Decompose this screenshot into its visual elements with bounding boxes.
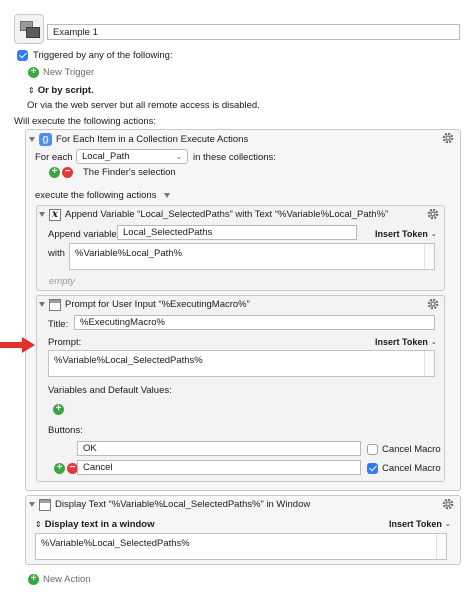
collapse-icon[interactable]	[29, 136, 35, 142]
or-by-script-toggle[interactable]: ⇕ Or by script.	[28, 84, 94, 96]
macro-icon	[14, 14, 44, 44]
prompt-label: Prompt:	[48, 336, 82, 348]
chevron-down-icon: ⌄	[444, 521, 451, 528]
for-each-variable-value: Local_Path	[82, 151, 130, 162]
window-icon	[49, 298, 61, 311]
insert-token-button[interactable]: Insert Token ⌄	[375, 336, 437, 348]
add-collection-icon[interactable]: +	[49, 166, 60, 178]
append-text-area[interactable]: %Variable%Local_Path%	[69, 243, 435, 270]
prompt-title-field[interactable]: %ExecutingMacro%	[74, 315, 435, 330]
variables-label: Variables and Default Values:	[48, 384, 172, 396]
chevron-down-icon: ⌄	[176, 153, 182, 161]
prompt-title: Prompt for User Input “%ExecutingMacro%”	[65, 299, 250, 310]
macro-name-field[interactable]: Example 1	[47, 24, 460, 40]
arrow-icon	[0, 337, 35, 353]
loop-icon: {}	[39, 132, 52, 146]
chevron-down-icon: ⌄	[430, 231, 437, 238]
empty-label: empty	[49, 276, 75, 287]
add-variable-button[interactable]: +	[53, 403, 64, 415]
insert-token-label: Insert Token	[375, 337, 428, 347]
button-ok-field[interactable]: OK	[77, 441, 361, 456]
in-these-collections-label: in these collections:	[193, 151, 276, 163]
collapse-icon[interactable]	[39, 212, 45, 217]
prompt-text-value: %Variable%Local_SelectedPaths%	[54, 355, 203, 366]
cancel-macro-label: Cancel Macro	[382, 443, 441, 455]
append-header[interactable]: x Append Variable “Local_SelectedPaths” …	[39, 208, 388, 221]
button-edit-controls: + −	[54, 462, 78, 474]
will-execute-label: Will execute the following actions:	[14, 115, 157, 127]
scrollbar[interactable]	[424, 244, 434, 269]
execute-following-label: execute the following actions	[35, 189, 157, 201]
add-button-icon[interactable]: +	[54, 462, 65, 474]
display-mode-popup[interactable]: ⇕ Display text in a window	[35, 518, 155, 530]
web-server-text: Or via the web server but all remote acc…	[27, 99, 260, 111]
gear-icon[interactable]	[426, 207, 440, 221]
plus-icon: +	[28, 573, 39, 585]
title-label: Title:	[48, 318, 69, 330]
disclosure-updown-icon: ⇕	[28, 85, 35, 95]
cancel-macro-checkbox[interactable]	[367, 443, 378, 455]
insert-token-button[interactable]: Insert Token ⌄	[389, 518, 451, 530]
window-icon	[39, 498, 51, 511]
for-each-variable-field[interactable]: Local_Path ⌄	[76, 149, 188, 164]
chevron-down-icon	[164, 192, 171, 198]
variable-icon: x	[49, 208, 61, 221]
prompt-header[interactable]: Prompt for User Input “%ExecutingMacro%”	[39, 298, 250, 311]
execute-following-row[interactable]: execute the following actions	[35, 189, 171, 201]
collapse-icon[interactable]	[29, 502, 35, 507]
append-variable-label: Append variable	[48, 228, 117, 240]
display-text-value: %Variable%Local_SelectedPaths%	[41, 538, 190, 549]
gear-icon[interactable]	[441, 131, 455, 145]
display-text-area[interactable]: %Variable%Local_SelectedPaths%	[35, 533, 447, 560]
for-each-label: For each	[35, 151, 73, 163]
triggered-checkbox[interactable]	[17, 49, 28, 61]
plus-icon: +	[53, 403, 64, 415]
new-action-button[interactable]: + New Action	[28, 573, 91, 585]
display-mode-label: Display text in a window	[44, 518, 155, 530]
triggered-row: Triggered by any of the following:	[17, 49, 173, 61]
triggered-label: Triggered by any of the following:	[33, 49, 173, 61]
cancel-macro-cancel-row[interactable]: Cancel Macro	[367, 462, 441, 474]
new-trigger-button[interactable]: + New Trigger	[28, 66, 94, 78]
with-label: with	[48, 247, 65, 259]
or-by-script-label: Or by script.	[37, 84, 94, 96]
display-header[interactable]: Display Text “%Variable%Local_SelectedPa…	[29, 498, 310, 511]
collapse-icon[interactable]	[39, 302, 45, 307]
new-trigger-label: New Trigger	[43, 66, 95, 78]
for-each-title: For Each Item in a Collection Execute Ac…	[56, 133, 249, 145]
append-variable-field[interactable]: Local_SelectedPaths	[117, 225, 357, 240]
gear-icon[interactable]	[426, 297, 440, 311]
remove-collection-icon[interactable]: −	[62, 166, 73, 178]
display-title: Display Text “%Variable%Local_SelectedPa…	[55, 499, 311, 510]
cancel-macro-ok-row[interactable]: Cancel Macro	[367, 443, 441, 455]
prompt-text-area[interactable]: %Variable%Local_SelectedPaths%	[48, 350, 435, 377]
scrollbar[interactable]	[424, 351, 434, 376]
gear-icon[interactable]	[441, 497, 455, 511]
disclosure-updown-icon: ⇕	[35, 519, 42, 529]
chevron-down-icon: ⌄	[430, 339, 437, 346]
append-text-value: %Variable%Local_Path%	[75, 248, 183, 259]
plus-icon: +	[28, 66, 39, 78]
for-each-header[interactable]: {} For Each Item in a Collection Execute…	[29, 132, 248, 146]
collection-item: + − The Finder's selection	[49, 166, 176, 178]
insert-token-button[interactable]: Insert Token ⌄	[375, 228, 437, 240]
cancel-macro-label: Cancel Macro	[382, 462, 441, 474]
buttons-label: Buttons:	[48, 424, 83, 436]
cancel-macro-checkbox[interactable]	[367, 462, 378, 474]
insert-token-label: Insert Token	[375, 229, 428, 239]
append-title: Append Variable “Local_SelectedPaths” wi…	[65, 209, 389, 220]
scrollbar[interactable]	[436, 534, 446, 559]
insert-token-label: Insert Token	[389, 519, 442, 529]
new-action-label: New Action	[43, 573, 91, 585]
collection-item-label: The Finder's selection	[83, 166, 176, 178]
button-cancel-field[interactable]: Cancel	[77, 460, 361, 475]
